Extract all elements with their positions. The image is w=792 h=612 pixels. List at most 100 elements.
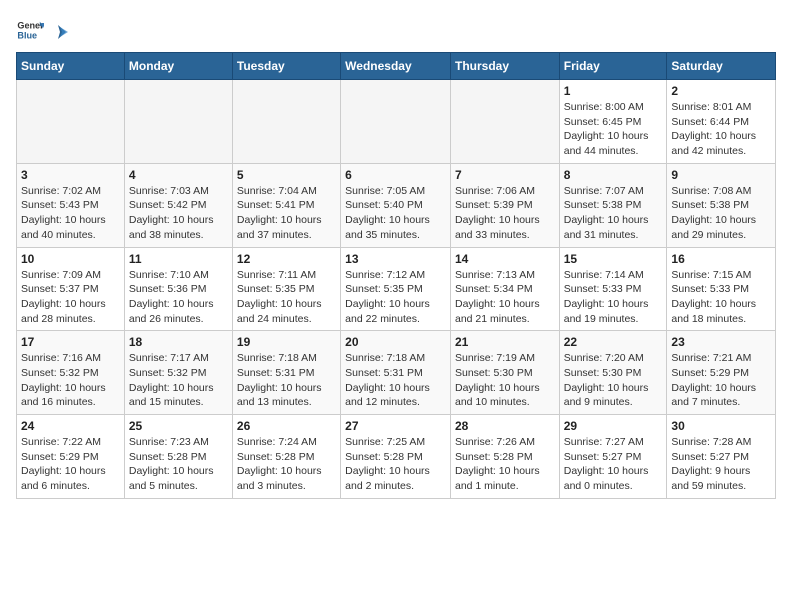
calendar-cell: 1Sunrise: 8:00 AM Sunset: 6:45 PM Daylig…	[559, 80, 667, 164]
calendar-cell: 27 Sunrise: 7:25 AM Sunset: 5:28 PM Dayli…	[341, 415, 451, 499]
day-number: 24	[21, 419, 120, 433]
day-info: Sunrise: 7:20 AM Sunset: 5:30 PM Dayligh…	[564, 351, 663, 410]
day-number: 11	[129, 252, 228, 266]
header-thursday: Thursday	[450, 53, 559, 80]
day-number: 6	[345, 168, 446, 182]
calendar-cell: 16 Sunrise: 7:15 AM Sunset: 5:33 PM Dayli…	[667, 247, 776, 331]
calendar-cell	[341, 80, 451, 164]
day-info: Sunrise: 7:09 AM Sunset: 5:37 PM Dayligh…	[21, 268, 120, 327]
day-info: Sunrise: 7:04 AM Sunset: 5:41 PM Dayligh…	[237, 184, 336, 243]
day-number: 15	[564, 252, 663, 266]
calendar-cell: 29 Sunrise: 7:27 AM Sunset: 5:27 PM Dayli…	[559, 415, 667, 499]
day-number: 9	[671, 168, 771, 182]
day-number: 19	[237, 335, 336, 349]
day-number: 12	[237, 252, 336, 266]
week-row-0: 1Sunrise: 8:00 AM Sunset: 6:45 PM Daylig…	[17, 80, 776, 164]
day-info: Sunrise: 7:05 AM Sunset: 5:40 PM Dayligh…	[345, 184, 446, 243]
day-number: 26	[237, 419, 336, 433]
calendar-cell: 30 Sunrise: 7:28 AM Sunset: 5:27 PM Dayli…	[667, 415, 776, 499]
header-row: SundayMondayTuesdayWednesdayThursdayFrid…	[17, 53, 776, 80]
calendar-cell: 11 Sunrise: 7:10 AM Sunset: 5:36 PM Dayli…	[124, 247, 232, 331]
calendar-cell: 13Sunrise: 7:12 AM Sunset: 5:35 PM Dayli…	[341, 247, 451, 331]
svg-text:Blue: Blue	[17, 30, 37, 40]
day-number: 29	[564, 419, 663, 433]
header-tuesday: Tuesday	[232, 53, 340, 80]
day-number: 27	[345, 419, 446, 433]
day-number: 20	[345, 335, 446, 349]
calendar-cell: 24 Sunrise: 7:22 AM Sunset: 5:29 PM Dayli…	[17, 415, 125, 499]
day-number: 2	[671, 84, 771, 98]
day-info: Sunrise: 7:03 AM Sunset: 5:42 PM Dayligh…	[129, 184, 228, 243]
day-info: Sunrise: 7:19 AM Sunset: 5:30 PM Dayligh…	[455, 351, 555, 410]
page-header: General Blue	[16, 16, 776, 44]
day-info: Sunrise: 7:08 AM Sunset: 5:38 PM Dayligh…	[671, 184, 771, 243]
calendar-cell: 17Sunrise: 7:16 AM Sunset: 5:32 PM Dayli…	[17, 331, 125, 415]
logo-arrow-icon	[50, 23, 68, 41]
day-info: Sunrise: 7:21 AM Sunset: 5:29 PM Dayligh…	[671, 351, 771, 410]
day-number: 23	[671, 335, 771, 349]
day-info: Sunrise: 8:01 AM Sunset: 6:44 PM Dayligh…	[671, 100, 771, 159]
day-number: 4	[129, 168, 228, 182]
day-info: Sunrise: 7:23 AM Sunset: 5:28 PM Dayligh…	[129, 435, 228, 494]
calendar-cell: 25 Sunrise: 7:23 AM Sunset: 5:28 PM Dayli…	[124, 415, 232, 499]
day-number: 14	[455, 252, 555, 266]
calendar-cell: 12 Sunrise: 7:11 AM Sunset: 5:35 PM Dayli…	[232, 247, 340, 331]
week-row-1: 3 Sunrise: 7:02 AM Sunset: 5:43 PM Daylig…	[17, 163, 776, 247]
day-number: 13	[345, 252, 446, 266]
day-info: Sunrise: 7:10 AM Sunset: 5:36 PM Dayligh…	[129, 268, 228, 327]
day-number: 30	[671, 419, 771, 433]
day-info: Sunrise: 7:18 AM Sunset: 5:31 PM Dayligh…	[345, 351, 446, 410]
calendar-cell	[232, 80, 340, 164]
day-number: 22	[564, 335, 663, 349]
logo: General Blue	[16, 16, 68, 44]
calendar-cell: 8Sunrise: 7:07 AM Sunset: 5:38 PM Daylig…	[559, 163, 667, 247]
header-friday: Friday	[559, 53, 667, 80]
day-number: 28	[455, 419, 555, 433]
calendar-cell: 10 Sunrise: 7:09 AM Sunset: 5:37 PM Dayli…	[17, 247, 125, 331]
day-info: Sunrise: 7:06 AM Sunset: 5:39 PM Dayligh…	[455, 184, 555, 243]
calendar-cell: 6 Sunrise: 7:05 AM Sunset: 5:40 PM Daylig…	[341, 163, 451, 247]
day-info: Sunrise: 7:26 AM Sunset: 5:28 PM Dayligh…	[455, 435, 555, 494]
calendar-cell: 7Sunrise: 7:06 AM Sunset: 5:39 PM Daylig…	[450, 163, 559, 247]
day-number: 16	[671, 252, 771, 266]
day-info: Sunrise: 7:27 AM Sunset: 5:27 PM Dayligh…	[564, 435, 663, 494]
calendar-cell: 3 Sunrise: 7:02 AM Sunset: 5:43 PM Daylig…	[17, 163, 125, 247]
day-info: Sunrise: 8:00 AM Sunset: 6:45 PM Dayligh…	[564, 100, 663, 159]
day-info: Sunrise: 7:17 AM Sunset: 5:32 PM Dayligh…	[129, 351, 228, 410]
calendar-cell: 23 Sunrise: 7:21 AM Sunset: 5:29 PM Dayli…	[667, 331, 776, 415]
header-monday: Monday	[124, 53, 232, 80]
day-number: 25	[129, 419, 228, 433]
calendar-cell: 26Sunrise: 7:24 AM Sunset: 5:28 PM Dayli…	[232, 415, 340, 499]
week-row-4: 24 Sunrise: 7:22 AM Sunset: 5:29 PM Dayli…	[17, 415, 776, 499]
header-saturday: Saturday	[667, 53, 776, 80]
day-info: Sunrise: 7:07 AM Sunset: 5:38 PM Dayligh…	[564, 184, 663, 243]
day-info: Sunrise: 7:14 AM Sunset: 5:33 PM Dayligh…	[564, 268, 663, 327]
calendar-cell: 2 Sunrise: 8:01 AM Sunset: 6:44 PM Daylig…	[667, 80, 776, 164]
calendar-cell: 22 Sunrise: 7:20 AM Sunset: 5:30 PM Dayli…	[559, 331, 667, 415]
day-info: Sunrise: 7:22 AM Sunset: 5:29 PM Dayligh…	[21, 435, 120, 494]
day-info: Sunrise: 7:11 AM Sunset: 5:35 PM Dayligh…	[237, 268, 336, 327]
calendar-cell: 5Sunrise: 7:04 AM Sunset: 5:41 PM Daylig…	[232, 163, 340, 247]
day-number: 10	[21, 252, 120, 266]
header-wednesday: Wednesday	[341, 53, 451, 80]
calendar-cell: 4 Sunrise: 7:03 AM Sunset: 5:42 PM Daylig…	[124, 163, 232, 247]
calendar-cell: 21Sunrise: 7:19 AM Sunset: 5:30 PM Dayli…	[450, 331, 559, 415]
day-info: Sunrise: 7:16 AM Sunset: 5:32 PM Dayligh…	[21, 351, 120, 410]
calendar-cell	[124, 80, 232, 164]
calendar-cell: 9 Sunrise: 7:08 AM Sunset: 5:38 PM Daylig…	[667, 163, 776, 247]
day-info: Sunrise: 7:02 AM Sunset: 5:43 PM Dayligh…	[21, 184, 120, 243]
calendar-cell: 19Sunrise: 7:18 AM Sunset: 5:31 PM Dayli…	[232, 331, 340, 415]
day-info: Sunrise: 7:13 AM Sunset: 5:34 PM Dayligh…	[455, 268, 555, 327]
calendar-cell: 18 Sunrise: 7:17 AM Sunset: 5:32 PM Dayli…	[124, 331, 232, 415]
day-info: Sunrise: 7:25 AM Sunset: 5:28 PM Dayligh…	[345, 435, 446, 494]
calendar-cell: 20 Sunrise: 7:18 AM Sunset: 5:31 PM Dayli…	[341, 331, 451, 415]
day-number: 3	[21, 168, 120, 182]
calendar-cell: 28 Sunrise: 7:26 AM Sunset: 5:28 PM Dayli…	[450, 415, 559, 499]
calendar-table: SundayMondayTuesdayWednesdayThursdayFrid…	[16, 52, 776, 499]
calendar-cell	[17, 80, 125, 164]
day-info: Sunrise: 7:28 AM Sunset: 5:27 PM Dayligh…	[671, 435, 771, 494]
day-info: Sunrise: 7:15 AM Sunset: 5:33 PM Dayligh…	[671, 268, 771, 327]
week-row-3: 17Sunrise: 7:16 AM Sunset: 5:32 PM Dayli…	[17, 331, 776, 415]
day-number: 18	[129, 335, 228, 349]
calendar-cell: 14 Sunrise: 7:13 AM Sunset: 5:34 PM Dayli…	[450, 247, 559, 331]
